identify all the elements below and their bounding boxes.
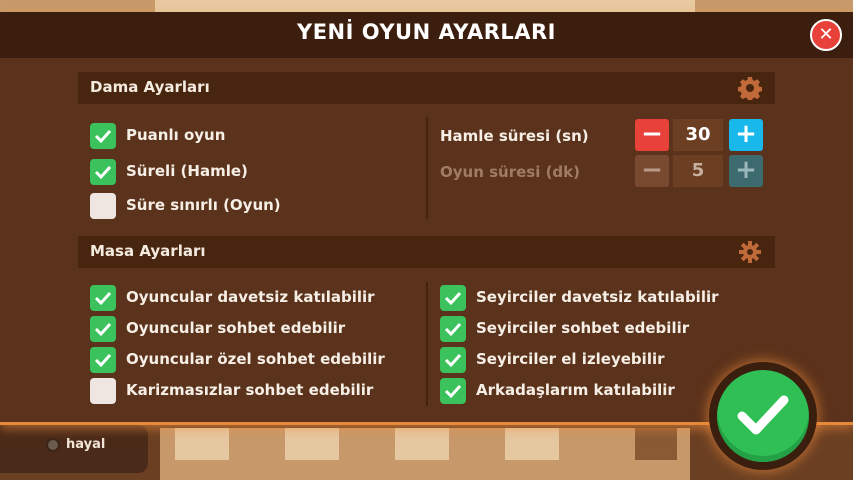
- new-game-settings-dialog: YENİ OYUN AYARLARI ✕ Dama Ayarları Puanl…: [0, 12, 853, 425]
- column-divider: [426, 282, 428, 406]
- checkbox[interactable]: [90, 159, 116, 185]
- close-button[interactable]: ✕: [810, 19, 842, 51]
- check-icon: [94, 353, 112, 368]
- dialog-title: YENİ OYUN AYARLARI: [297, 20, 556, 44]
- plus-icon: +: [735, 155, 757, 185]
- checkbox[interactable]: [90, 378, 116, 404]
- gear-icon: [737, 76, 763, 102]
- table-settings-header: Masa Ayarları: [78, 236, 775, 268]
- check-icon: [737, 395, 789, 435]
- checkbox[interactable]: [90, 316, 116, 342]
- game-time-increase-button[interactable]: +: [729, 155, 763, 187]
- checkbox[interactable]: [90, 193, 116, 219]
- check-icon: [444, 384, 462, 399]
- option-label: Seyirciler el izleyebilir: [476, 350, 665, 368]
- move-time-value: 30: [673, 119, 723, 151]
- checkbox[interactable]: [90, 123, 116, 149]
- section-title: Masa Ayarları: [90, 242, 206, 260]
- minus-icon: −: [641, 155, 663, 185]
- check-icon: [444, 291, 462, 306]
- game-time-value: 5: [673, 155, 723, 187]
- option-label: Oyuncular davetsiz katılabilir: [126, 288, 375, 306]
- background-board-top: [0, 0, 853, 12]
- board-square: [635, 428, 677, 460]
- check-icon: [94, 322, 112, 337]
- cog-icon: [737, 240, 763, 264]
- check-icon: [94, 129, 112, 144]
- board-square: [395, 428, 449, 460]
- option-label: Puanlı oyun: [126, 126, 226, 144]
- option-label: Oyuncular sohbet edebilir: [126, 319, 346, 337]
- checkbox[interactable]: [90, 285, 116, 311]
- game-time-label: Oyun süresi (dk): [440, 163, 581, 181]
- confirm-button[interactable]: [717, 370, 809, 462]
- board-square: [285, 428, 339, 460]
- move-time-increase-button[interactable]: +: [729, 119, 763, 151]
- board-square: [175, 428, 229, 460]
- board-square: [505, 428, 559, 460]
- check-icon: [444, 353, 462, 368]
- move-time-decrease-button[interactable]: −: [635, 119, 669, 151]
- option-label: Süre sınırlı (Oyun): [126, 196, 281, 214]
- checkbox[interactable]: [440, 285, 466, 311]
- option-label: Seyirciler sohbet edebilir: [476, 319, 690, 337]
- check-icon: [444, 322, 462, 337]
- option-label: Arkadaşlarım katılabilir: [476, 381, 675, 399]
- minus-icon: −: [641, 119, 663, 149]
- game-time-decrease-button[interactable]: −: [635, 155, 669, 187]
- plus-icon: +: [735, 119, 757, 149]
- game-settings-header: Dama Ayarları: [78, 72, 775, 104]
- player-name: hayal: [66, 437, 106, 452]
- column-divider: [426, 117, 428, 219]
- checkbox[interactable]: [90, 347, 116, 373]
- option-label: Seyirciler davetsiz katılabilir: [476, 288, 719, 306]
- move-time-label: Hamle süresi (sn): [440, 127, 589, 145]
- checkbox[interactable]: [440, 378, 466, 404]
- check-icon: [94, 165, 112, 180]
- board-preview: [160, 428, 690, 480]
- option-label: Karizmasızlar sohbet edebilir: [126, 381, 374, 399]
- option-label: Süreli (Hamle): [126, 162, 248, 180]
- board-edge: [155, 0, 695, 12]
- section-title: Dama Ayarları: [90, 78, 210, 96]
- close-icon: ✕: [818, 24, 834, 45]
- checkbox[interactable]: [440, 316, 466, 342]
- checkbox[interactable]: [440, 347, 466, 373]
- option-label: Oyuncular özel sohbet edebilir: [126, 350, 385, 368]
- check-icon: [94, 291, 112, 306]
- dialog-header: YENİ OYUN AYARLARI ✕: [0, 12, 853, 58]
